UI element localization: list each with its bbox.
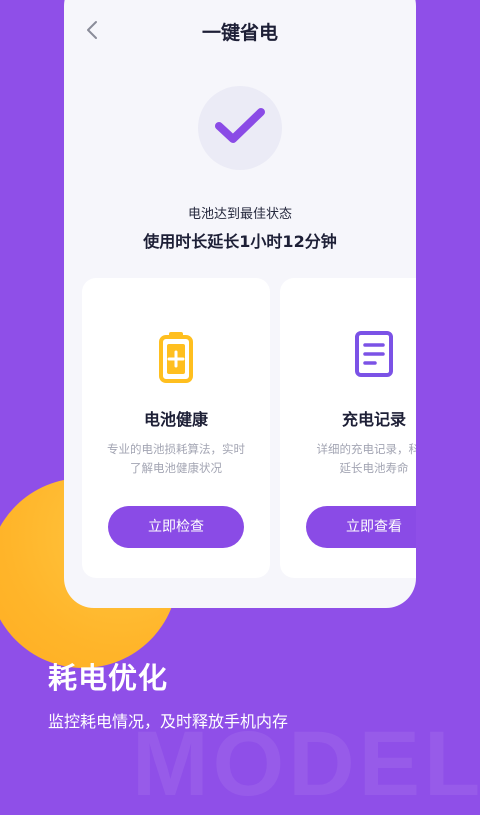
check-icon — [214, 106, 266, 150]
promo-subline: 监控耗电情况，及时释放手机内存 — [48, 712, 289, 731]
phone-screen: 一键省电 电池达到最佳状态 使用时长延长1小时12分钟 电池健康 专业的电池损耗… — [64, 0, 416, 608]
status-text: 电池达到最佳状态 — [187, 207, 292, 222]
clipboard-icon — [280, 330, 416, 384]
status-badge — [198, 86, 282, 170]
view-now-button[interactable]: 立即查看 — [306, 506, 416, 548]
battery-plus-icon — [82, 330, 270, 384]
charge-record-card: 充电记录 详细的充电记录，科学 延长电池寿命 立即查看 — [280, 278, 416, 578]
card-description: 详细的充电记录，科学 延长电池寿命 — [316, 442, 417, 475]
usage-extension-text: 使用时长延长1小时12分钟 — [143, 232, 337, 251]
card-title: 充电记录 — [341, 410, 406, 429]
page-title: 一键省电 — [201, 22, 278, 44]
card-title: 电池健康 — [143, 410, 208, 429]
promo-headline: 耗电优化 — [48, 661, 169, 695]
battery-health-card: 电池健康 专业的电池损耗算法，实时 了解电池健康状况 立即检查 — [82, 278, 270, 578]
check-now-button[interactable]: 立即检查 — [108, 506, 244, 548]
card-description: 专业的电池损耗算法，实时 了解电池健康状况 — [107, 442, 245, 475]
